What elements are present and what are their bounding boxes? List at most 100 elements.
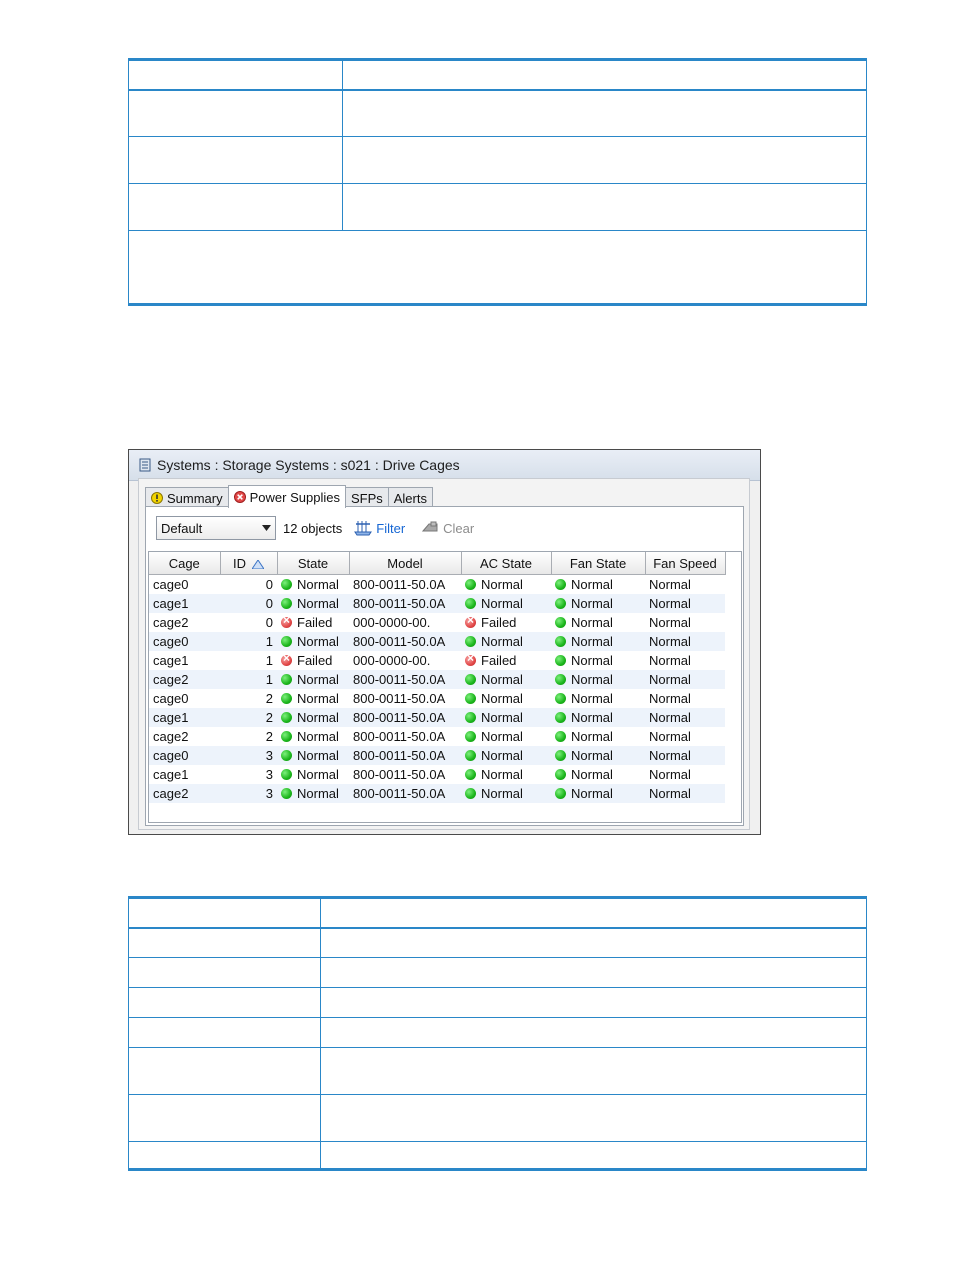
grid-body: cage0 0 Normal 800-0011-50.0A Normal Normal No… [149,575,725,803]
status-ok-icon [555,636,566,647]
table-row[interactable]: cage2 3 Normal 800-0011-50.0A Normal Normal No… [149,784,725,803]
status-ok-icon [555,769,566,780]
doc-table-top [128,58,867,306]
power-supplies-grid: Cage ID State Model AC State Fan State F… [148,551,742,823]
cell-fan-state: Normal [551,708,645,727]
status-ok-icon [281,712,292,723]
cell-fan-speed: Normal [645,784,725,803]
cell-fan-speed: Normal [645,670,725,689]
cell-model: 800-0011-50.0A [353,577,446,592]
status-ok-icon [555,617,566,628]
cell-fan-speed: Normal [649,653,691,668]
cell-ac-state-text: Normal [481,691,523,706]
cell-cage: cage1 [149,708,220,727]
status-ok-icon [465,636,476,647]
status-ok-icon [465,693,476,704]
eraser-icon [422,521,438,532]
cell-fan-speed: Normal [649,691,691,706]
status-ok-icon [281,769,292,780]
main-panel: Summary Power Supplies SFPs Alerts Defau… [138,478,750,830]
cell-cage: cage2 [153,615,189,630]
table-row[interactable]: cage2 1 Normal 800-0011-50.0A Normal Normal No… [149,670,725,689]
tab-summary-label: Summary [167,490,223,506]
table-row[interactable]: cage0 2 Normal 800-0011-50.0A Normal Normal No… [149,689,725,708]
cell-model: 800-0011-50.0A [349,746,461,765]
status-ok-icon [281,636,292,647]
cell-ac-state: Normal [461,575,551,595]
cell-id: 2 [220,708,277,727]
status-ok-icon [281,674,292,685]
table-row[interactable]: cage0 0 Normal 800-0011-50.0A Normal Normal No… [149,575,725,595]
cell-ac-state-text: Normal [481,672,523,687]
cell-state-text: Normal [297,634,339,649]
cell-state-text: Normal [297,596,339,611]
tab-power-supplies[interactable]: Power Supplies [227,485,346,508]
tab-summary[interactable]: Summary [145,487,229,508]
column-header-model[interactable]: Model [349,552,462,575]
cell-fan-state: Normal [551,594,645,613]
column-header-state[interactable]: State [277,552,350,575]
status-ok-icon [281,750,292,761]
window-title: Systems : Storage Systems : s021 : Drive… [157,457,460,473]
table-row[interactable]: cage1 2 Normal 800-0011-50.0A Normal Normal No… [149,708,725,727]
cell-id: 1 [265,653,273,668]
table-row[interactable]: cage2 2 Normal 800-0011-50.0A Normal Normal No… [149,727,725,746]
table-row[interactable]: cage1 0 Normal 800-0011-50.0A Normal Normal No… [149,594,725,613]
tab-sfps[interactable]: SFPs [344,487,389,508]
cell-fan-speed: Normal [649,615,691,630]
clear-button[interactable]: Clear [421,521,474,536]
column-header-cage[interactable]: Cage [149,552,221,575]
cell-ac-state-text: Normal [481,577,523,592]
cell-state-text: Failed [297,615,333,630]
cell-ac-state: Normal [461,746,551,765]
cell-model: 800-0011-50.0A [349,708,461,727]
cell-cage: cage1 [153,653,189,668]
status-ok-icon [555,598,566,609]
table-row[interactable]: cage0 1 Normal 800-0011-50.0A Normal Normal No… [149,632,725,651]
view-select[interactable]: Default [156,516,276,540]
cell-fan-state: Normal [551,575,645,595]
cell-cage: cage0 [153,577,189,592]
cell-fan-state-text: Normal [571,577,613,592]
table-row[interactable]: cage1 3 Normal 800-0011-50.0A Normal Normal No… [149,765,725,784]
table-row[interactable]: cage2 0 Failed 000-0000-00. Failed Normal Norm… [149,613,725,632]
cell-ac-state-text: Normal [481,710,523,725]
cell-model: 000-0000-00. [353,615,431,630]
cell-cage: cage0 [153,691,189,706]
tab-bar: Summary Power Supplies SFPs Alerts [145,485,433,508]
column-header-fan-speed[interactable]: Fan Speed [645,552,726,575]
cell-model: 800-0011-50.0A [353,729,446,744]
doc-table-bottom [128,896,867,1171]
cell-id: 0 [265,615,273,630]
column-header-id[interactable]: ID [220,552,278,575]
column-header-fan-state[interactable]: Fan State [551,552,646,575]
cell-model: 800-0011-50.0A [353,691,446,706]
table-row[interactable]: cage0 3 Normal 800-0011-50.0A Normal Normal No… [149,746,725,765]
cell-fan-state-text: Normal [571,596,613,611]
cell-fan-speed: Normal [645,746,725,765]
cell-ac-state-text: Normal [481,748,523,763]
cell-cage: cage1 [153,767,189,782]
cell-id: 0 [220,594,277,613]
cell-state: Normal [277,575,349,595]
status-ok-icon [555,674,566,685]
filter-button[interactable]: Filter [354,520,405,536]
cell-fan-speed: Normal [649,577,691,592]
table-row[interactable]: cage1 1 Failed 000-0000-00. Failed Normal Norm… [149,651,725,670]
cell-state: Normal [277,708,349,727]
tab-alerts[interactable]: Alerts [387,487,433,508]
grid-header-row: Cage ID State Model AC State Fan State F… [149,552,726,575]
chevron-down-icon [262,525,271,531]
grid-table: Cage ID State Model AC State Fan State F… [149,552,726,803]
drive-cages-window: Systems : Storage Systems : s021 : Drive… [128,449,761,835]
status-ok-icon [281,693,292,704]
cell-model: 800-0011-50.0A [349,670,461,689]
cell-cage: cage0 [149,746,220,765]
cell-state-text: Normal [297,767,339,782]
clear-label: Clear [443,520,475,536]
cell-state: Failed [277,613,349,632]
cell-state-text: Normal [297,672,339,687]
column-header-ac-state[interactable]: AC State [461,552,552,575]
cell-ac-state: Failed [461,651,551,670]
status-ok-icon [555,579,566,590]
